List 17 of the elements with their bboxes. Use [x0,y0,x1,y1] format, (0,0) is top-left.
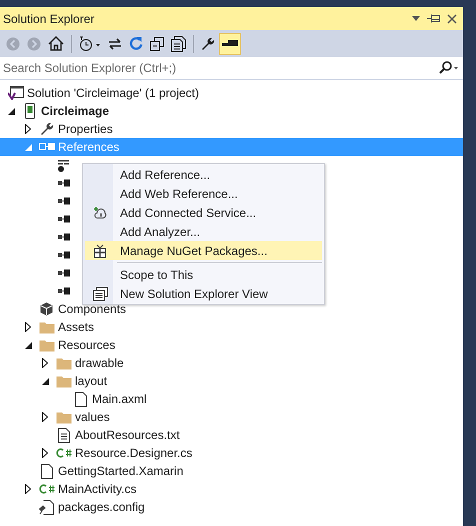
tree-item-label: AboutResources.txt [75,428,180,442]
tree-item-label: References [58,140,120,154]
tree-item-label: Components [58,302,126,316]
tree-item-label: Circleimage [41,104,110,118]
tree-item-label: Main.axml [92,392,147,406]
tree-item-label: Assets [58,320,94,334]
tree-item-label: values [75,410,110,424]
tree-item-label: packages.config [58,500,145,514]
window-title: Solution Explorer [3,12,94,26]
tree-item-label: Properties [58,122,113,136]
tree-item-label: Solution 'Circleimage' (1 project) [27,86,199,100]
tree-item-label: MainActivity.cs [58,482,136,496]
tree-item-label: Resources [58,338,116,352]
tree-item-label: layout [75,374,108,388]
tree-item-label: GettingStarted.Xamarin [58,464,184,478]
tree-item-label: Resource.Designer.cs [75,446,192,460]
tree-item-label: drawable [75,356,124,370]
